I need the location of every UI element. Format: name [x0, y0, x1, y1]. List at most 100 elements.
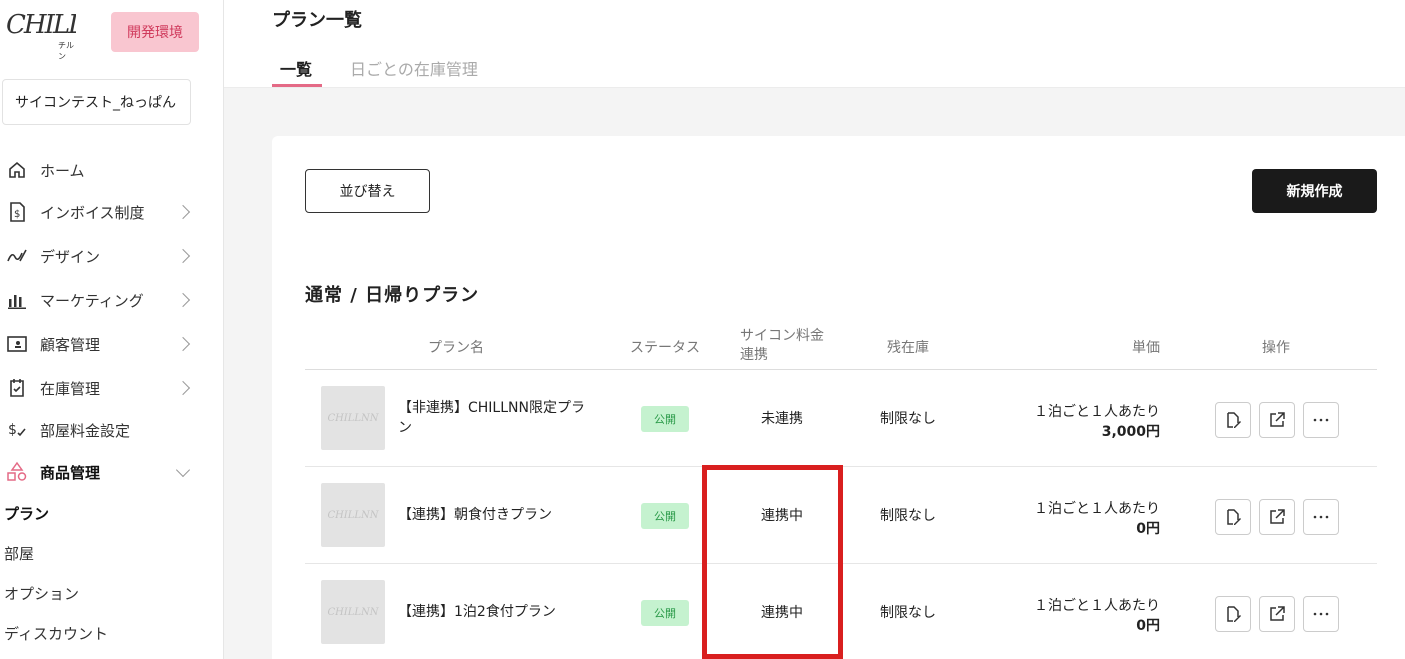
- column-header-operations: 操作: [1262, 340, 1290, 356]
- unit-price: １泊ごと１人あたり 0円: [1034, 596, 1160, 636]
- section-title: 通常 / 日帰りプラン: [305, 285, 480, 306]
- sidebar-item-label: 部屋料金設定: [40, 421, 131, 440]
- column-header-link-line2: 連携: [740, 347, 768, 363]
- chevron-right-icon: [175, 292, 191, 308]
- sidebar-item-label: 商品管理: [40, 463, 101, 482]
- svg-text:$: $: [8, 422, 17, 438]
- sidebar-item-inventory[interactable]: 在庫管理: [0, 374, 224, 402]
- sidebar-item-label: ホーム: [40, 161, 85, 180]
- annotation-highlight-box: [702, 465, 843, 659]
- sidebar-item-design[interactable]: デザイン: [0, 242, 224, 270]
- logo-subtext: チルン: [58, 41, 74, 61]
- plan-thumbnail: CHILLNN: [321, 580, 385, 644]
- more-horizontal-icon: [1313, 418, 1329, 422]
- column-header-status: ステータス: [630, 340, 700, 356]
- page-title: プラン一覧: [272, 10, 362, 31]
- status-badge: 公開: [641, 600, 689, 626]
- active-tab-indicator: [272, 84, 322, 87]
- edit-document-icon: [1227, 606, 1241, 622]
- logo-text: CHILLNN: [6, 10, 76, 40]
- more-options-button[interactable]: [1303, 596, 1339, 632]
- price-amount: 3,000円: [1101, 424, 1160, 440]
- edit-button[interactable]: [1215, 499, 1251, 535]
- environment-badge: 開発環境: [111, 12, 199, 52]
- chevron-right-icon: [175, 336, 191, 352]
- unit-price: １泊ごと１人あたり 0円: [1034, 499, 1160, 539]
- external-link-icon: [1270, 412, 1285, 427]
- plan-name[interactable]: 【連携】朝食付きプラン: [398, 505, 588, 525]
- price-unit-label: １泊ごと１人あたり: [1034, 598, 1160, 614]
- more-horizontal-icon: [1313, 515, 1329, 519]
- open-external-button[interactable]: [1259, 499, 1295, 535]
- room-price-icon: $: [6, 419, 28, 441]
- sidebar-item-products[interactable]: 商品管理: [0, 458, 224, 486]
- sidebar-item-label: インボイス制度: [40, 203, 145, 222]
- table-row[interactable]: CHILLNN 【非連携】CHILLNN限定プラン 公開 未連携 制限なし １泊…: [305, 370, 1377, 467]
- stock-value: 制限なし: [880, 605, 936, 621]
- chevron-down-icon: [175, 462, 191, 478]
- store-selector[interactable]: サイコンテスト_ねっぱん: [2, 79, 191, 125]
- sidebar-item-label: 顧客管理: [40, 335, 101, 354]
- tab-daily-inventory[interactable]: 日ごとの在庫管理: [350, 56, 478, 80]
- price-unit-label: １泊ごと１人あたり: [1034, 501, 1160, 517]
- sidebar-subitem-options[interactable]: オプション: [4, 583, 79, 604]
- sort-button[interactable]: 並び替え: [305, 169, 430, 213]
- plan-thumbnail: CHILLNN: [321, 483, 385, 547]
- invoice-icon: $: [6, 201, 28, 223]
- sidebar-item-label: デザイン: [40, 247, 101, 266]
- more-options-button[interactable]: [1303, 402, 1339, 438]
- stock-value: 制限なし: [880, 411, 936, 427]
- status-badge: 公開: [641, 503, 689, 529]
- home-icon: [6, 159, 28, 181]
- price-unit-label: １泊ごと１人あたり: [1034, 404, 1160, 420]
- sidebar-subitem-rooms[interactable]: 部屋: [4, 543, 34, 564]
- link-status: 未連携: [761, 411, 803, 427]
- chevron-right-icon: [175, 204, 191, 220]
- price-amount: 0円: [1136, 521, 1160, 537]
- product-icon: [6, 461, 28, 483]
- page-header: プラン一覧 一覧 日ごとの在庫管理: [224, 0, 1405, 88]
- column-header-link-line1: サイコン料金: [740, 328, 824, 344]
- tab-list[interactable]: 一覧: [280, 56, 312, 80]
- design-icon: [6, 245, 28, 267]
- edit-button[interactable]: [1215, 402, 1251, 438]
- column-header-plan-name: プラン名: [428, 340, 484, 356]
- chevron-right-icon: [175, 380, 191, 396]
- sidebar-subitem-discounts[interactable]: ディスカウント: [4, 623, 108, 644]
- column-header-stock: 残在庫: [887, 340, 929, 356]
- customer-icon: [6, 333, 28, 355]
- sidebar-subitem-plans[interactable]: プラン: [4, 503, 49, 524]
- sidebar-item-invoice[interactable]: $ インボイス制度: [0, 198, 224, 226]
- create-new-button[interactable]: 新規作成: [1252, 169, 1377, 213]
- edit-document-icon: [1227, 412, 1241, 428]
- external-link-icon: [1270, 509, 1285, 524]
- column-header-link: サイコン料金 連携: [740, 327, 824, 365]
- chevron-right-icon: [175, 248, 191, 264]
- chart-icon: [6, 289, 28, 311]
- open-external-button[interactable]: [1259, 596, 1295, 632]
- plan-name[interactable]: 【連携】1泊2食付プラン: [398, 602, 588, 622]
- status-badge: 公開: [641, 406, 689, 432]
- price-amount: 0円: [1136, 618, 1160, 634]
- edit-button[interactable]: [1215, 596, 1251, 632]
- sidebar-item-label: マーケティング: [40, 291, 144, 310]
- open-external-button[interactable]: [1259, 402, 1295, 438]
- sidebar-item-room-price[interactable]: $ 部屋料金設定: [0, 416, 224, 444]
- sidebar-item-marketing[interactable]: マーケティング: [0, 286, 224, 314]
- inventory-icon: [6, 377, 28, 399]
- external-link-icon: [1270, 606, 1285, 621]
- sidebar-item-home[interactable]: ホーム: [0, 156, 224, 184]
- plan-name[interactable]: 【非連携】CHILLNN限定プラン: [398, 398, 588, 438]
- sidebar-item-customers[interactable]: 顧客管理: [0, 330, 224, 358]
- unit-price: １泊ごと１人あたり 3,000円: [1034, 402, 1160, 442]
- plan-thumbnail: CHILLNN: [321, 386, 385, 450]
- svg-text:$: $: [14, 209, 20, 220]
- more-horizontal-icon: [1313, 612, 1329, 616]
- sidebar: CHILLNN チルン 開発環境 サイコンテスト_ねっぱん ホーム $ インボイ…: [0, 0, 224, 659]
- more-options-button[interactable]: [1303, 499, 1339, 535]
- column-header-price: 単価: [1132, 340, 1160, 356]
- app-logo[interactable]: CHILLNN チルン: [6, 10, 76, 61]
- sidebar-item-label: 在庫管理: [40, 379, 101, 398]
- edit-document-icon: [1227, 509, 1241, 525]
- stock-value: 制限なし: [880, 508, 936, 524]
